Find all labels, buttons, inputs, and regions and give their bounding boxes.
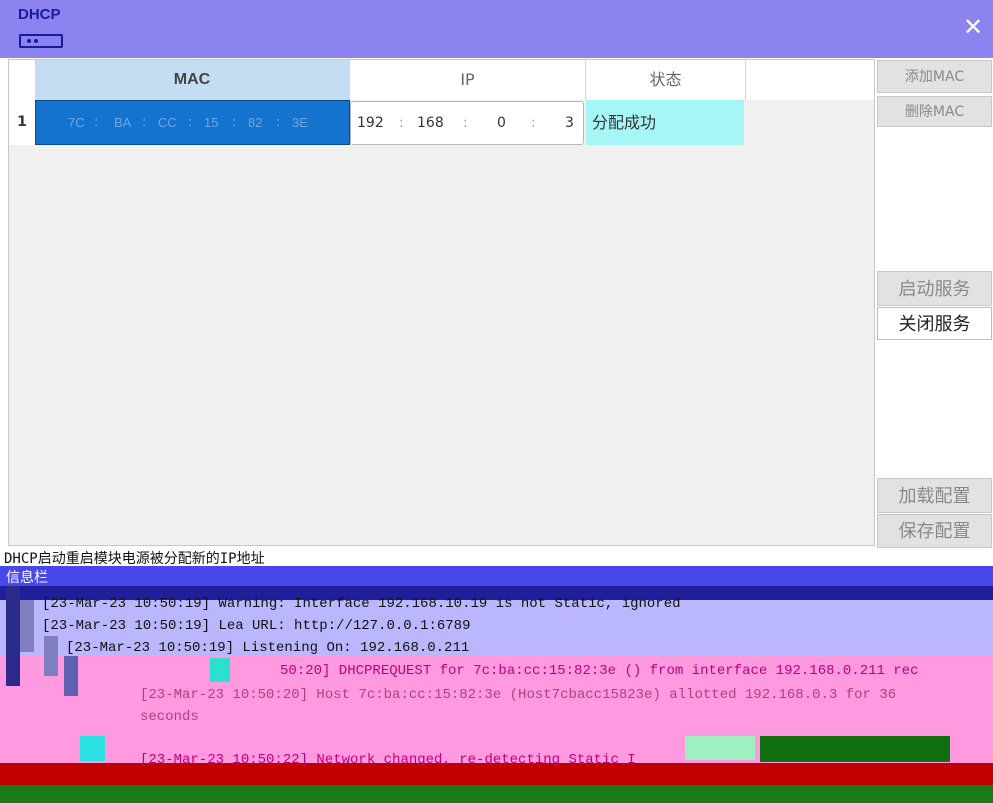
log-artifact-band	[0, 785, 993, 803]
table-corner	[9, 60, 35, 100]
log-artifact-block	[685, 736, 755, 760]
log-line: [23-Mar-23 10:50:20] Host 7c:ba:cc:15:82…	[140, 687, 897, 703]
mac-octet: BA	[114, 115, 132, 130]
log-line: [23-Mar-23 10:50:22] Network changed, re…	[140, 752, 636, 768]
mac-separator: :	[276, 115, 281, 130]
ip-octet: 192	[357, 115, 384, 131]
mac-octet: 7C	[68, 115, 85, 130]
row-number[interactable]: 1	[9, 100, 35, 145]
status-message: DHCP启动重启模块电源被分配新的IP地址	[4, 551, 265, 567]
log-panel[interactable]: 信息栏 [23-Mar-23 10:50:19] Warning: Interf…	[0, 566, 993, 803]
log-line: [23-Mar-23 10:50:19] Warning: Interface …	[42, 596, 681, 612]
network-device-icon	[19, 34, 63, 48]
start-service-button[interactable]: 启动服务	[877, 271, 992, 306]
mac-address-cell[interactable]: 7C : BA : CC : 15 : 82 : 3E	[35, 100, 350, 145]
log-artifact-block	[210, 658, 230, 682]
ip-octet: 168	[417, 115, 444, 131]
log-artifact-block	[6, 586, 20, 686]
mac-octet: 82	[248, 115, 263, 130]
log-artifact-block	[80, 736, 105, 761]
mac-octet: 3E	[292, 115, 308, 130]
mac-separator: :	[232, 115, 237, 130]
log-title: 信息栏	[6, 570, 48, 586]
mac-ip-table: MAC IP 状态 1 7C : BA : CC : 15 : 82 : 3E …	[8, 59, 875, 546]
mac-separator: :	[188, 115, 193, 130]
status-cell[interactable]: 分配成功	[586, 100, 744, 145]
ip-octet: 0	[497, 115, 506, 131]
mac-separator: :	[94, 115, 99, 130]
column-header-ip[interactable]: IP	[350, 60, 586, 100]
window-titlebar: DHCP ✕	[0, 0, 993, 58]
column-header-empty	[746, 60, 874, 100]
log-artifact-block	[20, 600, 34, 652]
mac-octet: CC	[158, 115, 177, 130]
log-line: [23-Mar-23 10:50:19] Listening On: 192.1…	[66, 640, 470, 656]
mac-separator: :	[142, 115, 147, 130]
delete-mac-button[interactable]: 删除MAC	[877, 96, 992, 127]
stop-service-button[interactable]: 关闭服务	[877, 307, 992, 340]
close-button[interactable]: ✕	[960, 14, 986, 40]
add-mac-button[interactable]: 添加MAC	[877, 60, 992, 93]
ip-separator: :	[463, 115, 468, 131]
log-artifact-block	[64, 656, 78, 696]
log-line: seconds	[140, 709, 199, 725]
column-header-mac[interactable]: MAC	[35, 60, 350, 100]
log-artifact-block	[760, 736, 950, 762]
ip-separator: :	[399, 115, 404, 131]
column-header-status[interactable]: 状态	[586, 60, 746, 100]
window-title: DHCP	[18, 6, 61, 23]
log-line: [23-Mar-23 10:50:19] Lea URL: http://127…	[42, 618, 471, 634]
ip-octet: 3	[565, 115, 574, 131]
log-header: 信息栏	[0, 566, 993, 586]
load-config-button[interactable]: 加载配置	[877, 478, 992, 513]
log-artifact-block	[44, 636, 58, 676]
save-config-button[interactable]: 保存配置	[877, 514, 992, 548]
log-line: 50:20] DHCPREQUEST for 7c:ba:cc:15:82:3e…	[280, 663, 919, 679]
ip-separator: :	[531, 115, 536, 131]
ip-address-cell[interactable]: 192 : 168 : 0 : 3	[350, 101, 584, 145]
mac-octet: 15	[204, 115, 219, 130]
